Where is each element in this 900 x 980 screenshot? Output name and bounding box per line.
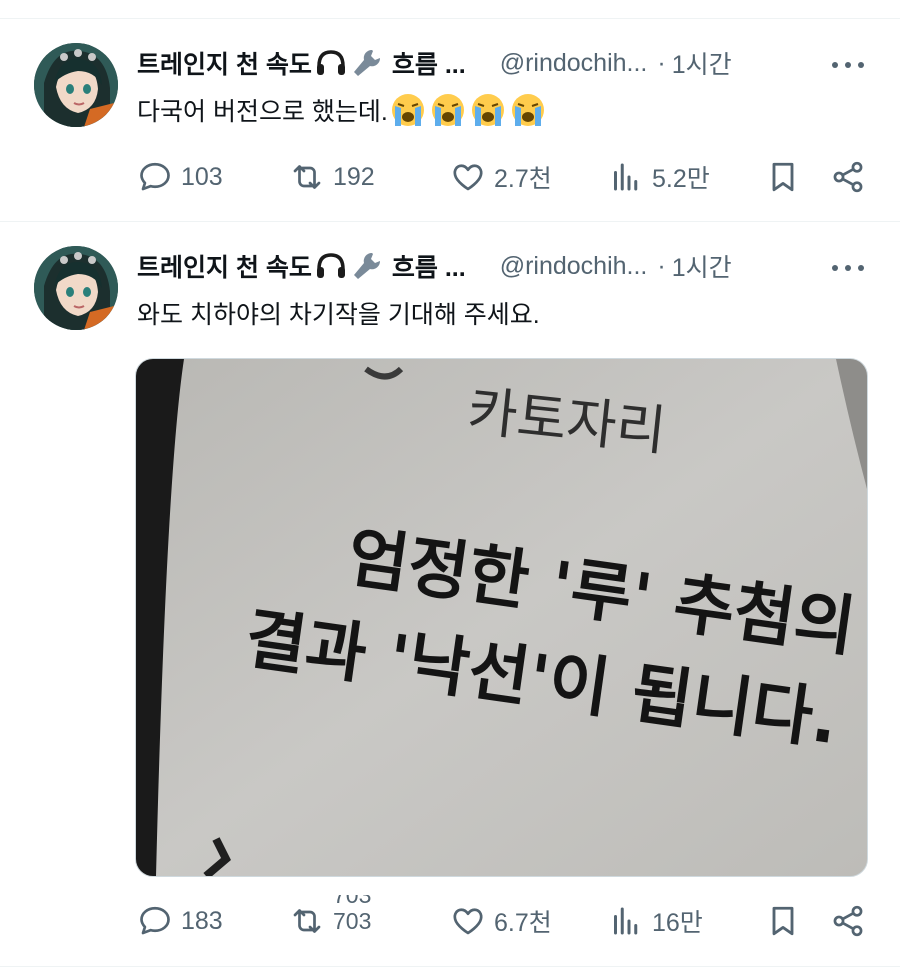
repost-count-new: 703 <box>333 908 372 934</box>
author-name[interactable]: 트레인지 천 속도 흐름 ... <box>137 248 466 284</box>
bookmark-button[interactable] <box>765 901 801 941</box>
share-icon <box>833 905 863 937</box>
tweet-text: 다국어 버전으로 했는데. <box>137 90 860 130</box>
tweet-actions: 103 192 2.7천 5.2만 <box>137 157 870 197</box>
share-button[interactable] <box>830 901 866 941</box>
tweet-text: 와도 치하야의 차기작을 기대해 주세요. <box>137 293 860 333</box>
bookmark-icon <box>772 906 794 936</box>
loudly-crying-face-emoji <box>391 94 424 126</box>
views-chart-icon <box>614 163 638 191</box>
like-button[interactable]: 6.7천 <box>450 901 552 941</box>
author-name-icons <box>314 249 384 283</box>
tweet-timestamp[interactable]: 1시간 <box>672 248 732 284</box>
reply-icon <box>140 906 170 935</box>
loudly-crying-face-emoji <box>471 94 504 126</box>
avatar-image <box>34 43 118 127</box>
loudly-crying-face-emoji <box>431 94 464 126</box>
tweet-2[interactable]: 트레인지 천 속도 흐름 ... @rindochih... · 1시간 와도 … <box>0 221 900 966</box>
author-name-suffix[interactable]: 흐름 ... <box>392 248 466 284</box>
timeline-feed: 트레인지 천 속도 흐름 ... @rindochih... · 1시간 다국어… <box>0 0 900 980</box>
heart-icon <box>453 164 483 191</box>
reply-count: 103 <box>181 162 223 191</box>
repost-button[interactable]: 192 <box>289 157 375 197</box>
like-count: 6.7천 <box>494 909 552 937</box>
views-button[interactable]: 16만 <box>608 901 703 941</box>
author-name-icons <box>314 46 384 80</box>
reply-button[interactable]: 103 <box>137 157 223 197</box>
like-button[interactable]: 2.7천 <box>450 157 552 197</box>
author-name-text[interactable]: 트레인지 천 속도 <box>137 248 312 284</box>
repost-count-rolling-digits: 703 703 <box>333 895 371 947</box>
avatar-image <box>34 246 118 330</box>
author-handle[interactable]: @rindochih... <box>500 252 648 281</box>
author-avatar[interactable] <box>34 43 118 127</box>
headphones-icon <box>316 253 345 278</box>
views-chart-icon <box>614 907 638 935</box>
divider <box>0 966 900 967</box>
tweet-text-content: 와도 치하야의 차기작을 기대해 주세요. <box>137 301 540 329</box>
author-avatar[interactable] <box>34 246 118 330</box>
repost-count-old: 703 <box>333 895 372 908</box>
more-options-icon[interactable] <box>832 53 864 77</box>
more-options-icon[interactable] <box>832 256 864 280</box>
tweet-emojis <box>390 92 546 128</box>
repost-icon <box>293 909 321 933</box>
separator-dot: · <box>657 48 666 77</box>
tweet-media-photo[interactable]: 카토자리 엄정한 '루' 추첨의 결과 '낙선'이 됩니다. <box>135 358 868 877</box>
wrench-icon <box>353 49 380 76</box>
view-count: 5.2만 <box>652 165 710 193</box>
author-name-text[interactable]: 트레인지 천 속도 <box>137 45 312 81</box>
tweet-header: 트레인지 천 속도 흐름 ... @rindochih... · 1시간 <box>137 246 870 286</box>
wrench-icon <box>353 252 380 279</box>
repost-button[interactable]: 703 703 <box>289 895 385 941</box>
headphones-icon <box>316 50 345 75</box>
like-count: 2.7천 <box>494 165 552 193</box>
repost-count-rolling: 703 703 <box>333 895 385 941</box>
tweet-header: 트레인지 천 속도 흐름 ... @rindochih... · 1시간 <box>137 43 870 83</box>
share-button[interactable] <box>830 157 866 197</box>
loudly-crying-face-emoji <box>511 94 544 126</box>
bookmark-icon <box>772 162 794 192</box>
author-handle[interactable]: @rindochih... <box>500 49 648 78</box>
tweet-text-content: 다국어 버전으로 했는데. <box>137 98 388 126</box>
tweet-1[interactable]: 트레인지 천 속도 흐름 ... @rindochih... · 1시간 다국어… <box>0 18 900 221</box>
repost-count: 192 <box>333 162 375 191</box>
tweet-timestamp[interactable]: 1시간 <box>672 45 732 81</box>
separator-dot: · <box>657 251 666 280</box>
reply-button[interactable]: 183 <box>137 901 223 941</box>
repost-icon <box>293 165 321 189</box>
views-button[interactable]: 5.2만 <box>608 157 710 197</box>
photo-image: 카토자리 엄정한 '루' 추첨의 결과 '낙선'이 됩니다. <box>136 359 867 876</box>
reply-icon <box>140 162 170 191</box>
share-icon <box>833 161 863 193</box>
reply-count: 183 <box>181 906 223 935</box>
author-name-suffix[interactable]: 흐름 ... <box>392 45 466 81</box>
view-count: 16만 <box>652 909 703 937</box>
heart-icon <box>453 908 483 935</box>
bookmark-button[interactable] <box>765 157 801 197</box>
author-name[interactable]: 트레인지 천 속도 흐름 ... <box>137 45 466 81</box>
tweet-actions: 183 703 703 6.7천 16만 <box>137 895 870 941</box>
